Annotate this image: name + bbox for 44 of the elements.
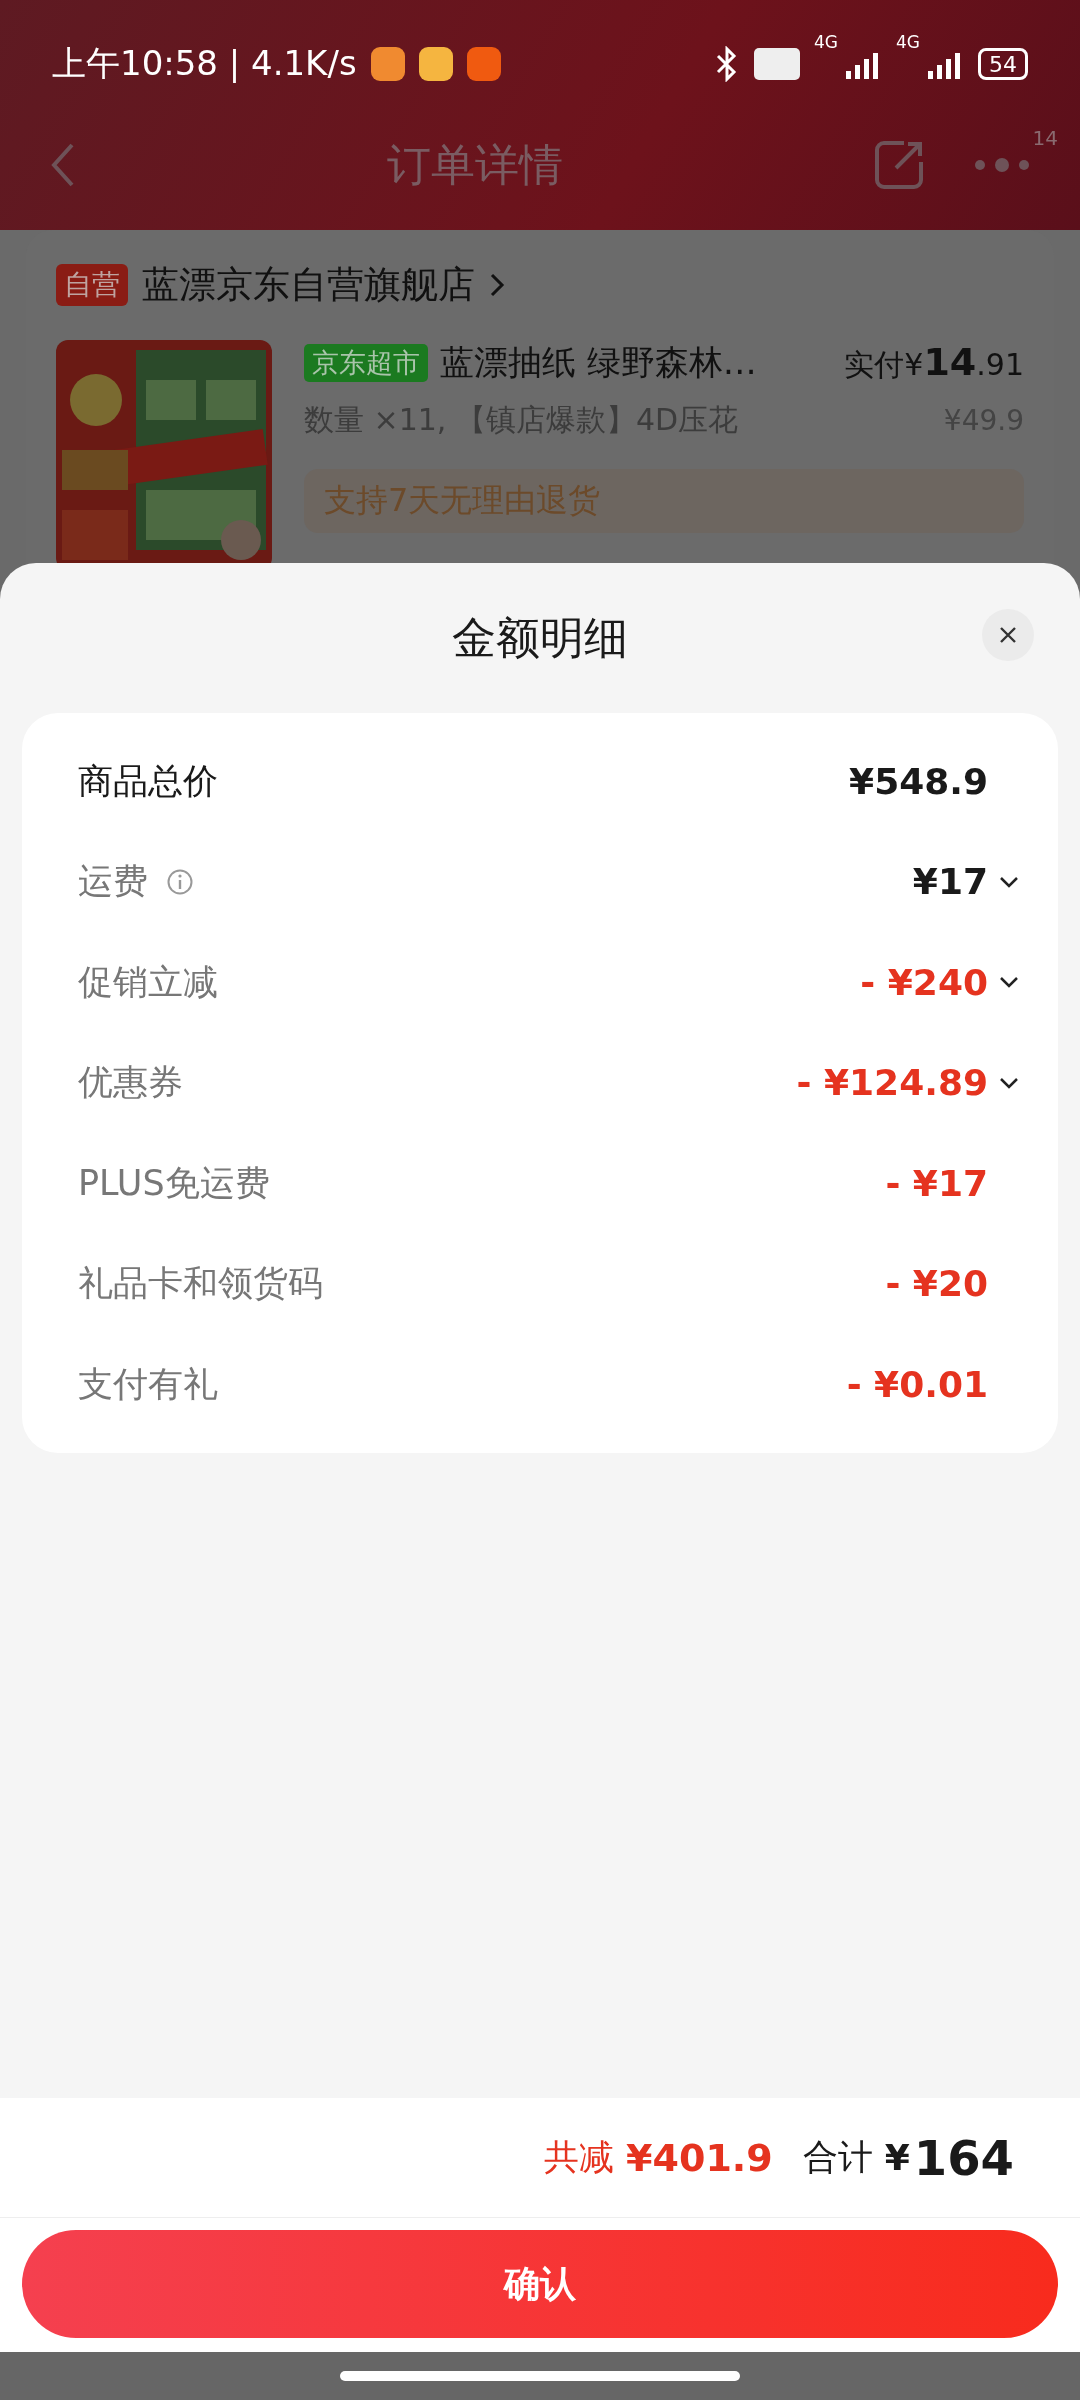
status-time: 上午10:58 | 4.1K/s xyxy=(52,42,357,85)
supermarket-tag: 京东超市 xyxy=(304,344,428,382)
total-label: 合计 xyxy=(802,2136,873,2179)
app-notification-icon xyxy=(418,47,453,81)
amount-label: 优惠券 xyxy=(78,1061,183,1105)
more-icon[interactable] xyxy=(974,157,1030,173)
currency-symbol: ¥ xyxy=(884,2137,910,2178)
info-icon[interactable] xyxy=(166,867,194,896)
discount-total: ¥401.9 xyxy=(626,2135,773,2180)
amount-value: - ¥240 xyxy=(860,961,988,1003)
amount-value: ¥17 xyxy=(912,861,988,903)
amount-value: - ¥0.01 xyxy=(846,1363,988,1405)
network-label: 4G xyxy=(896,32,920,52)
product-name[interactable]: 蓝漂抽纸 绿野森林… xyxy=(440,340,833,386)
battery-indicator: 54 xyxy=(978,48,1028,80)
amount-value: ¥548.9 xyxy=(849,760,988,802)
amount-value: - ¥20 xyxy=(885,1263,988,1305)
network-label: 4G xyxy=(814,32,838,52)
amount-value: - ¥17 xyxy=(885,1162,988,1204)
sheet-title: 金额明细 xyxy=(452,610,628,665)
amount-label: 支付有礼 xyxy=(78,1362,218,1406)
page-title: 订单详情 xyxy=(386,137,564,192)
share-icon[interactable] xyxy=(874,140,924,190)
app-notification-icon xyxy=(370,47,405,81)
amount-label: PLUS免运费 xyxy=(78,1161,270,1205)
self-run-tag: 自营 xyxy=(56,264,128,306)
close-button[interactable] xyxy=(982,609,1034,661)
message-count: 14 xyxy=(1032,126,1058,150)
discount-label: 共减 xyxy=(544,2136,615,2179)
total-amount: 164 xyxy=(913,2129,1014,2186)
amount-label: 运费 xyxy=(78,860,148,904)
chevron-down-icon[interactable] xyxy=(998,1075,1020,1090)
chevron-down-icon[interactable] xyxy=(998,874,1020,889)
amount-label: 礼品卡和领货码 xyxy=(78,1262,323,1306)
close-icon xyxy=(998,625,1018,645)
confirm-button[interactable]: 确认 xyxy=(22,2230,1058,2338)
chevron-right-icon[interactable] xyxy=(489,272,505,298)
paid-price: 实付¥14.91 xyxy=(844,340,1024,386)
chevron-down-icon[interactable] xyxy=(998,975,1020,990)
amount-label: 商品总价 xyxy=(78,759,218,803)
app-notification-icon xyxy=(466,47,501,81)
store-name[interactable]: 蓝漂京东自营旗舰店 xyxy=(142,260,475,310)
amount-label: 促销立减 xyxy=(78,960,218,1004)
amount-value: - ¥124.89 xyxy=(796,1062,988,1104)
